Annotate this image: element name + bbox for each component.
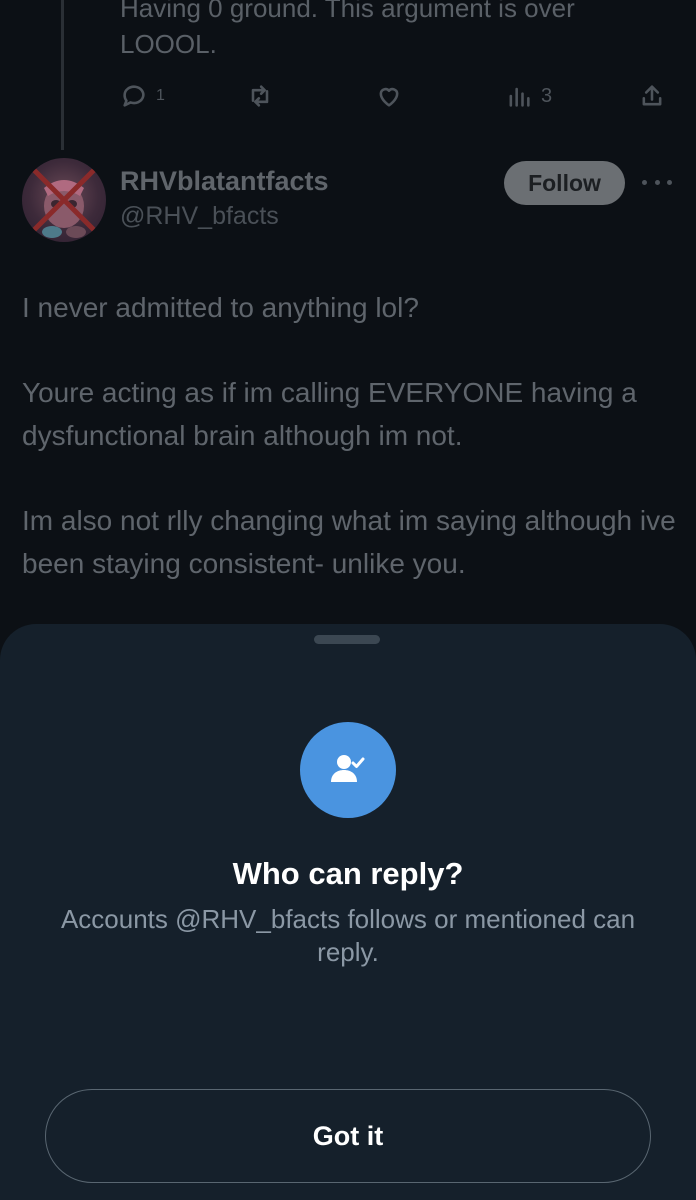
- share-button[interactable]: [638, 78, 666, 114]
- avatar[interactable]: [22, 158, 106, 242]
- sheet-description: Accounts @RHV_bfacts follows or mentione…: [60, 904, 636, 967]
- reply-count: 1: [156, 87, 165, 104]
- more-options-icon[interactable]: [642, 172, 672, 192]
- reply-icon: [123, 85, 145, 107]
- heart-icon: [379, 87, 399, 107]
- user-handle[interactable]: @RHV_bfacts: [120, 202, 279, 231]
- tweet-paragraph-3: Im also not rlly changing what im saying…: [22, 505, 676, 579]
- follow-button[interactable]: Follow: [504, 161, 625, 205]
- views-button[interactable]: 3: [505, 78, 552, 114]
- like-button[interactable]: [375, 78, 403, 114]
- screen: Having 0 ground. This argument is over L…: [0, 0, 696, 1200]
- previous-tweet-text: Having 0 ground. This argument is over L…: [120, 0, 660, 62]
- views-chart-icon: [509, 87, 530, 107]
- who-can-reply-sheet: Who can reply? Accounts @RHV_bfacts foll…: [0, 624, 696, 1200]
- tweet-paragraph-2: Youre acting as if im calling EVERYONE h…: [22, 377, 637, 451]
- avatar-image: [29, 165, 99, 238]
- reply-button[interactable]: 1: [120, 78, 165, 114]
- views-count: 3: [541, 84, 553, 107]
- previous-tweet-line-1: Having 0 ground. This argument is over: [120, 0, 575, 23]
- person-check-icon: [300, 722, 396, 818]
- previous-tweet-actions: 1 3: [120, 78, 675, 114]
- tweet-paragraph-1: I never admitted to anything lol?: [22, 292, 419, 323]
- display-name[interactable]: RHVblatantfacts: [120, 166, 329, 197]
- share-icon: [642, 85, 662, 106]
- tweet-body: I never admitted to anything lol? Youre …: [22, 286, 677, 627]
- sheet-title: Who can reply?: [232, 856, 464, 891]
- thread-connector-line: [61, 0, 64, 150]
- previous-tweet-line-2: LOOOL.: [120, 29, 217, 59]
- got-it-button[interactable]: Got it: [45, 1089, 651, 1183]
- retweet-button[interactable]: [246, 78, 274, 114]
- retweet-icon: [251, 85, 269, 107]
- sheet-drag-handle[interactable]: [314, 635, 380, 644]
